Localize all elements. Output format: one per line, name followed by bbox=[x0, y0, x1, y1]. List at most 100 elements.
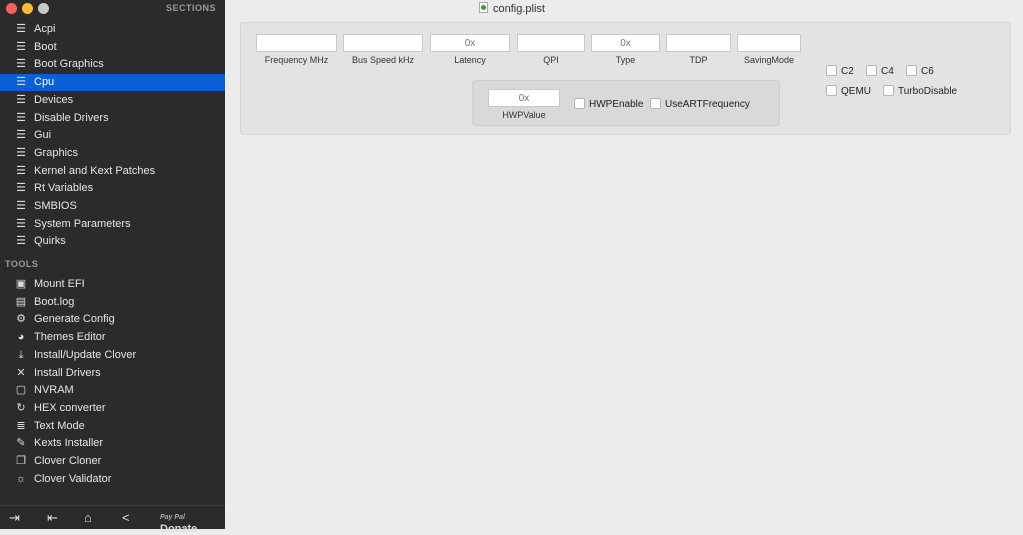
checkbox-label: QEMU bbox=[841, 86, 871, 97]
list-icon: ☰ bbox=[16, 164, 26, 177]
tdp-input[interactable] bbox=[666, 34, 731, 52]
tool-item-clover-validator[interactable]: ☼ Clover Validator bbox=[0, 471, 225, 488]
sidebar-item-cpu[interactable]: ☰ Cpu bbox=[0, 74, 225, 92]
checkbox-label: C2 bbox=[841, 66, 854, 77]
donate-label: Donate bbox=[160, 523, 198, 535]
sidebar-item-rt-variables[interactable]: ☰ Rt Variables bbox=[0, 180, 225, 197]
sidebar-item-label: Devices bbox=[34, 93, 74, 106]
checkbox-box[interactable] bbox=[826, 65, 837, 76]
checkbox-c2[interactable]: C2 bbox=[826, 65, 854, 78]
text-icon: ≣ bbox=[16, 419, 26, 432]
checkbox-box[interactable] bbox=[826, 85, 837, 96]
checkbox-label: HWPEnable bbox=[589, 99, 644, 110]
sidebar-item-boot-graphics[interactable]: ☰ Boot Graphics bbox=[0, 56, 225, 73]
sidebar-item-label: System Parameters bbox=[34, 217, 131, 230]
tool-item-clover-cloner[interactable]: ❐ Clover Cloner bbox=[0, 453, 225, 470]
window-title-text: config.plist bbox=[493, 3, 545, 15]
sidebar-item-disable-drivers[interactable]: ☰ Disable Drivers bbox=[0, 110, 225, 127]
tool-item-label: Clover Validator bbox=[34, 472, 112, 485]
sidebar-item-label: Kernel and Kext Patches bbox=[34, 164, 156, 177]
tool-item-install-update-clover[interactable]: ⤓ Install/Update Clover bbox=[0, 347, 225, 364]
checkbox-label: C4 bbox=[881, 66, 894, 77]
sidebar-item-gui[interactable]: ☰ Gui bbox=[0, 127, 225, 144]
checkbox-qemu[interactable]: QEMU bbox=[826, 85, 871, 98]
latency-input[interactable] bbox=[430, 34, 510, 52]
sidebar-item-label: Boot bbox=[34, 40, 57, 53]
export-icon[interactable]: ⇤ bbox=[47, 510, 58, 526]
checkbox-box[interactable] bbox=[574, 98, 585, 109]
list-icon: ☰ bbox=[16, 200, 26, 212]
frequency-mhz-label: Frequency MHz bbox=[264, 55, 329, 65]
zoom-button[interactable] bbox=[38, 3, 49, 14]
tool-item-generate-config[interactable]: ⚙ Generate Config bbox=[0, 311, 225, 328]
list-icon: ☰ bbox=[16, 40, 26, 53]
gears-icon: ⚙ bbox=[16, 313, 26, 326]
tool-item-label: Themes Editor bbox=[34, 331, 106, 344]
sidebar-item-acpi[interactable]: ☰ Acpi bbox=[0, 21, 225, 38]
tool-item-text-mode[interactable]: ≣ Text Mode bbox=[0, 418, 225, 435]
tdp-label: TDP bbox=[689, 55, 708, 65]
sidebar-item-boot[interactable]: ☰ Boot bbox=[0, 39, 225, 56]
tool-item-kexts-installer[interactable]: ✎ Kexts Installer bbox=[0, 435, 225, 452]
bulb-icon: ☼ bbox=[15, 472, 27, 485]
checkbox-box[interactable] bbox=[883, 85, 894, 96]
qpi-input[interactable] bbox=[517, 34, 585, 52]
hwp-value-label: HWPValue bbox=[502, 110, 546, 120]
sidebar-item-devices[interactable]: ☰ Devices bbox=[0, 92, 225, 109]
palette-icon: ◕ bbox=[17, 331, 25, 344]
list-icon: ☰ bbox=[16, 111, 26, 124]
minimize-button[interactable] bbox=[22, 3, 33, 14]
list-icon: ☰ bbox=[16, 182, 26, 195]
checkbox-box[interactable] bbox=[866, 65, 877, 76]
checkbox-box[interactable] bbox=[650, 98, 661, 109]
checkbox-box[interactable] bbox=[906, 65, 917, 76]
tool-item-label: Mount EFI bbox=[34, 278, 85, 290]
share-icon[interactable]: < bbox=[122, 510, 130, 525]
sidebar-footer: ⇥ ⇤ ⌂ < Pay Pal Donate bbox=[0, 505, 225, 535]
download-icon: ⤓ bbox=[18, 348, 24, 361]
checkbox-c6[interactable]: C6 bbox=[906, 65, 934, 78]
hwp-value-input[interactable] bbox=[488, 89, 560, 107]
tool-item-label: Generate Config bbox=[34, 313, 115, 326]
tool-item-nvram[interactable]: ▢ NVRAM bbox=[0, 382, 225, 399]
sidebar-item-label: Gui bbox=[34, 129, 52, 142]
log-icon: ▤ bbox=[15, 295, 27, 308]
tool-item-label: Boot.log bbox=[34, 295, 75, 308]
sidebar-item-system-parameters[interactable]: ☰ System Parameters bbox=[0, 216, 225, 233]
checkbox-useartfrequency[interactable]: UseARTFrequency bbox=[650, 98, 750, 111]
sidebar-item-quirks[interactable]: ☰ Quirks bbox=[0, 233, 225, 250]
sidebar-item-smbios[interactable]: ☰ SMBIOS bbox=[0, 198, 225, 215]
sidebar-item-kernel-and-kext-patches[interactable]: ☰ Kernel and Kext Patches bbox=[0, 163, 225, 180]
home-icon[interactable]: ⌂ bbox=[84, 510, 92, 525]
sidebar: SECTIONS ☰ Acpi ☰ Boot ☰ Boot Graphics ☰ Cpu ☰ De… bbox=[0, 0, 225, 535]
list-icon: ☰ bbox=[16, 23, 26, 35]
sidebar-item-label: Cpu bbox=[34, 76, 55, 89]
tool-item-label: Install Drivers bbox=[34, 366, 101, 379]
list-icon: ☰ bbox=[16, 146, 26, 159]
checkbox-c4[interactable]: C4 bbox=[866, 65, 894, 78]
bus-speed-khz-input[interactable] bbox=[343, 34, 423, 52]
type-input[interactable] bbox=[591, 34, 660, 52]
donate-button[interactable]: Pay Pal Donate bbox=[160, 511, 225, 535]
tool-item-hex-converter[interactable]: ↻ HEX converter bbox=[0, 400, 225, 417]
latency-label: Latency bbox=[454, 55, 486, 65]
savingmode-input[interactable] bbox=[737, 34, 801, 52]
import-icon[interactable]: ⇥ bbox=[9, 510, 20, 526]
frequency-mhz-input[interactable] bbox=[256, 34, 337, 52]
tool-item-install-drivers[interactable]: ✕ Install Drivers bbox=[0, 365, 225, 382]
checkbox-label: UseARTFrequency bbox=[665, 99, 750, 110]
list-icon: ☰ bbox=[16, 217, 26, 230]
checkbox-hwpenable[interactable]: HWPEnable bbox=[574, 98, 643, 111]
sidebar-item-label: Boot Graphics bbox=[34, 58, 104, 71]
checkbox-turbodisable[interactable]: TurboDisable bbox=[883, 85, 957, 98]
tool-item-label: Kexts Installer bbox=[34, 437, 104, 450]
sidebar-item-label: Rt Variables bbox=[34, 182, 94, 195]
tool-item-mount-efi[interactable]: ▣ Mount EFI bbox=[0, 276, 225, 293]
tool-item-themes-editor[interactable]: ◕ Themes Editor bbox=[0, 329, 225, 346]
sidebar-item-graphics[interactable]: ☰ Graphics bbox=[0, 145, 225, 162]
tools-icon: ✕ bbox=[16, 366, 26, 379]
close-button[interactable] bbox=[6, 3, 17, 14]
copy-icon: ❐ bbox=[16, 455, 26, 467]
tool-item-boot-log[interactable]: ▤ Boot.log bbox=[0, 294, 225, 311]
plug-icon: ✎ bbox=[16, 437, 26, 450]
